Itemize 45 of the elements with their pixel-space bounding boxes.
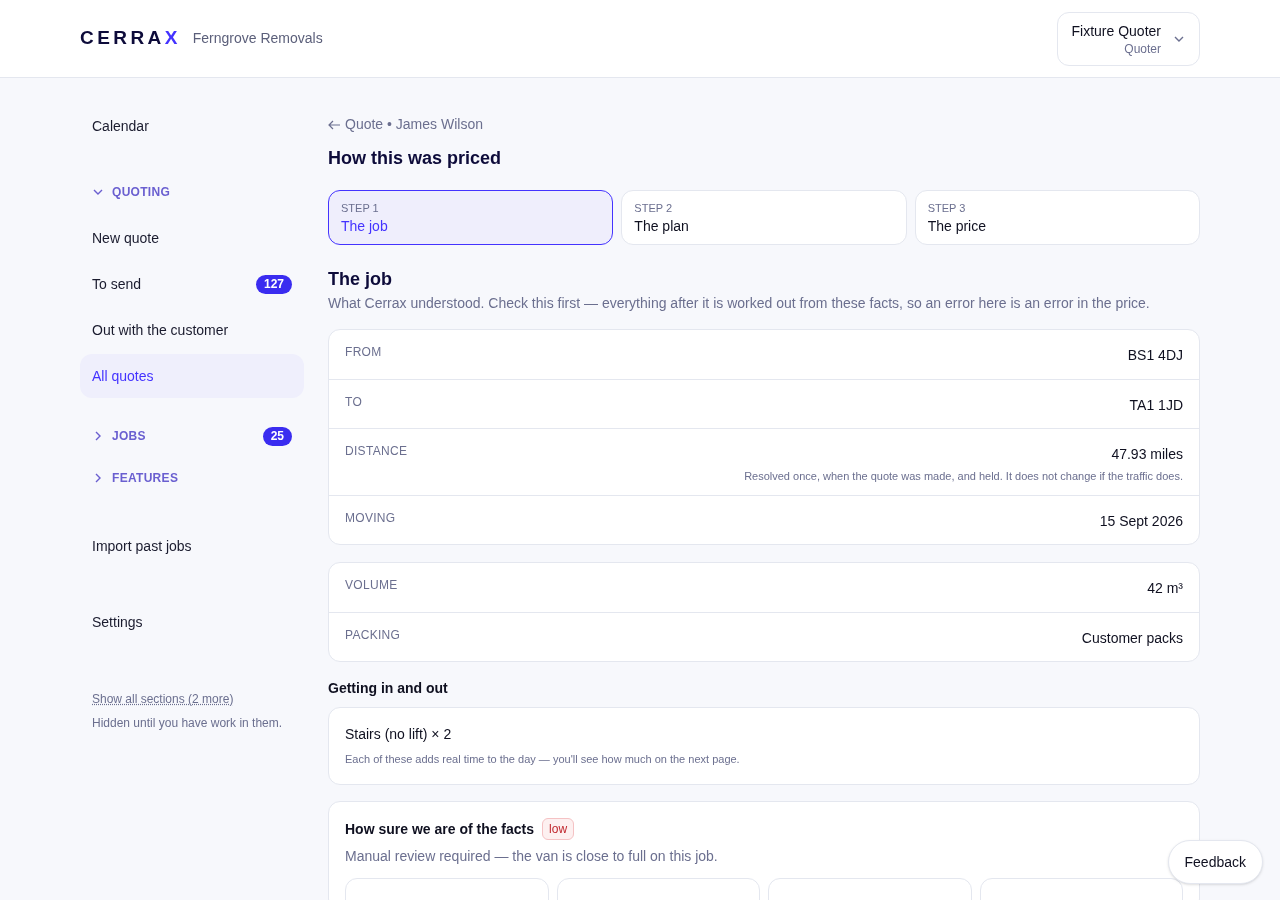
fact-label: PACKING (345, 627, 401, 644)
feedback-button[interactable]: Feedback (1167, 840, 1263, 884)
sidebar-item[interactable]: Out with the customer (80, 308, 304, 352)
page-title: How this was priced (328, 147, 503, 170)
breadcrumb-link[interactable]: Quote • James Wilson (328, 114, 1200, 135)
confidence-title: How sure we are of the facts (345, 819, 535, 839)
section-toggle[interactable]: JOBS 25 (80, 418, 304, 454)
sidebar-item[interactable]: All quotes (80, 354, 304, 398)
section-toggle[interactable]: QUOTING (80, 174, 304, 210)
sidebar-item[interactable]: To send 127 (80, 262, 304, 306)
fact-value: Customer packs (1081, 629, 1183, 648)
fact-label: VOLUME (345, 577, 398, 594)
account-menu[interactable]: Fixture Quoter Quoter (1056, 11, 1200, 66)
fact-label: FROM (345, 344, 382, 361)
fact-label: TO (345, 394, 363, 411)
fact-value: 15 Sept 2026 (1099, 512, 1183, 531)
confidence-note: Manual review required — the van is close to full on this job. (345, 847, 719, 866)
step-tab[interactable]: STEP 2 The plan (621, 190, 907, 245)
fact-value: TA1 1JD (1129, 396, 1183, 415)
show-sections-link[interactable]: Show all sections (2 more) (92, 690, 234, 708)
sidebar-item[interactable]: Settings (80, 600, 304, 644)
logo: CERRA X (80, 26, 181, 51)
section-toggle[interactable]: FEATURES (80, 460, 304, 496)
sidebar-note: Hidden until you have work in them. (92, 715, 284, 732)
sidebar-item[interactable]: Import past jobs (80, 524, 304, 568)
fact-label: DISTANCE (345, 443, 408, 460)
count-badge: 127 (255, 274, 292, 294)
fact-value: BS1 4DJ (1127, 346, 1183, 365)
sidebar-item[interactable]: Calendar (80, 104, 304, 148)
fact-value: 47.93 miles (1111, 445, 1183, 464)
access-item: Stairs (no lift) × 2 (345, 725, 453, 745)
step-tab[interactable]: STEP 3 The price (914, 190, 1200, 245)
fact-value: 42 m³ (1147, 579, 1183, 598)
company-name: Ferngrove Removals (192, 29, 323, 48)
section-intro: What Cerrax understood. Check this first — everything after it is worked out from these facts, so an error here is an error in the price. (328, 294, 1151, 313)
step-tab[interactable]: STEP 1 The job (328, 190, 614, 245)
back-arrow-icon (328, 119, 341, 130)
sidebar-item[interactable]: New quote (80, 216, 304, 260)
subsection-title: Getting in and out (328, 679, 449, 698)
fact-label: MOVING (345, 510, 396, 527)
access-note: Each of these adds real time to the day — you'll see how much on the next page. (345, 752, 741, 768)
count-badge: 25 (262, 426, 292, 446)
fact-note: Resolved once, when the quote was made, and held. It does not change if the traffic does. (744, 469, 1183, 484)
confidence-badge: low (542, 818, 575, 840)
section-title: The job (328, 268, 393, 291)
